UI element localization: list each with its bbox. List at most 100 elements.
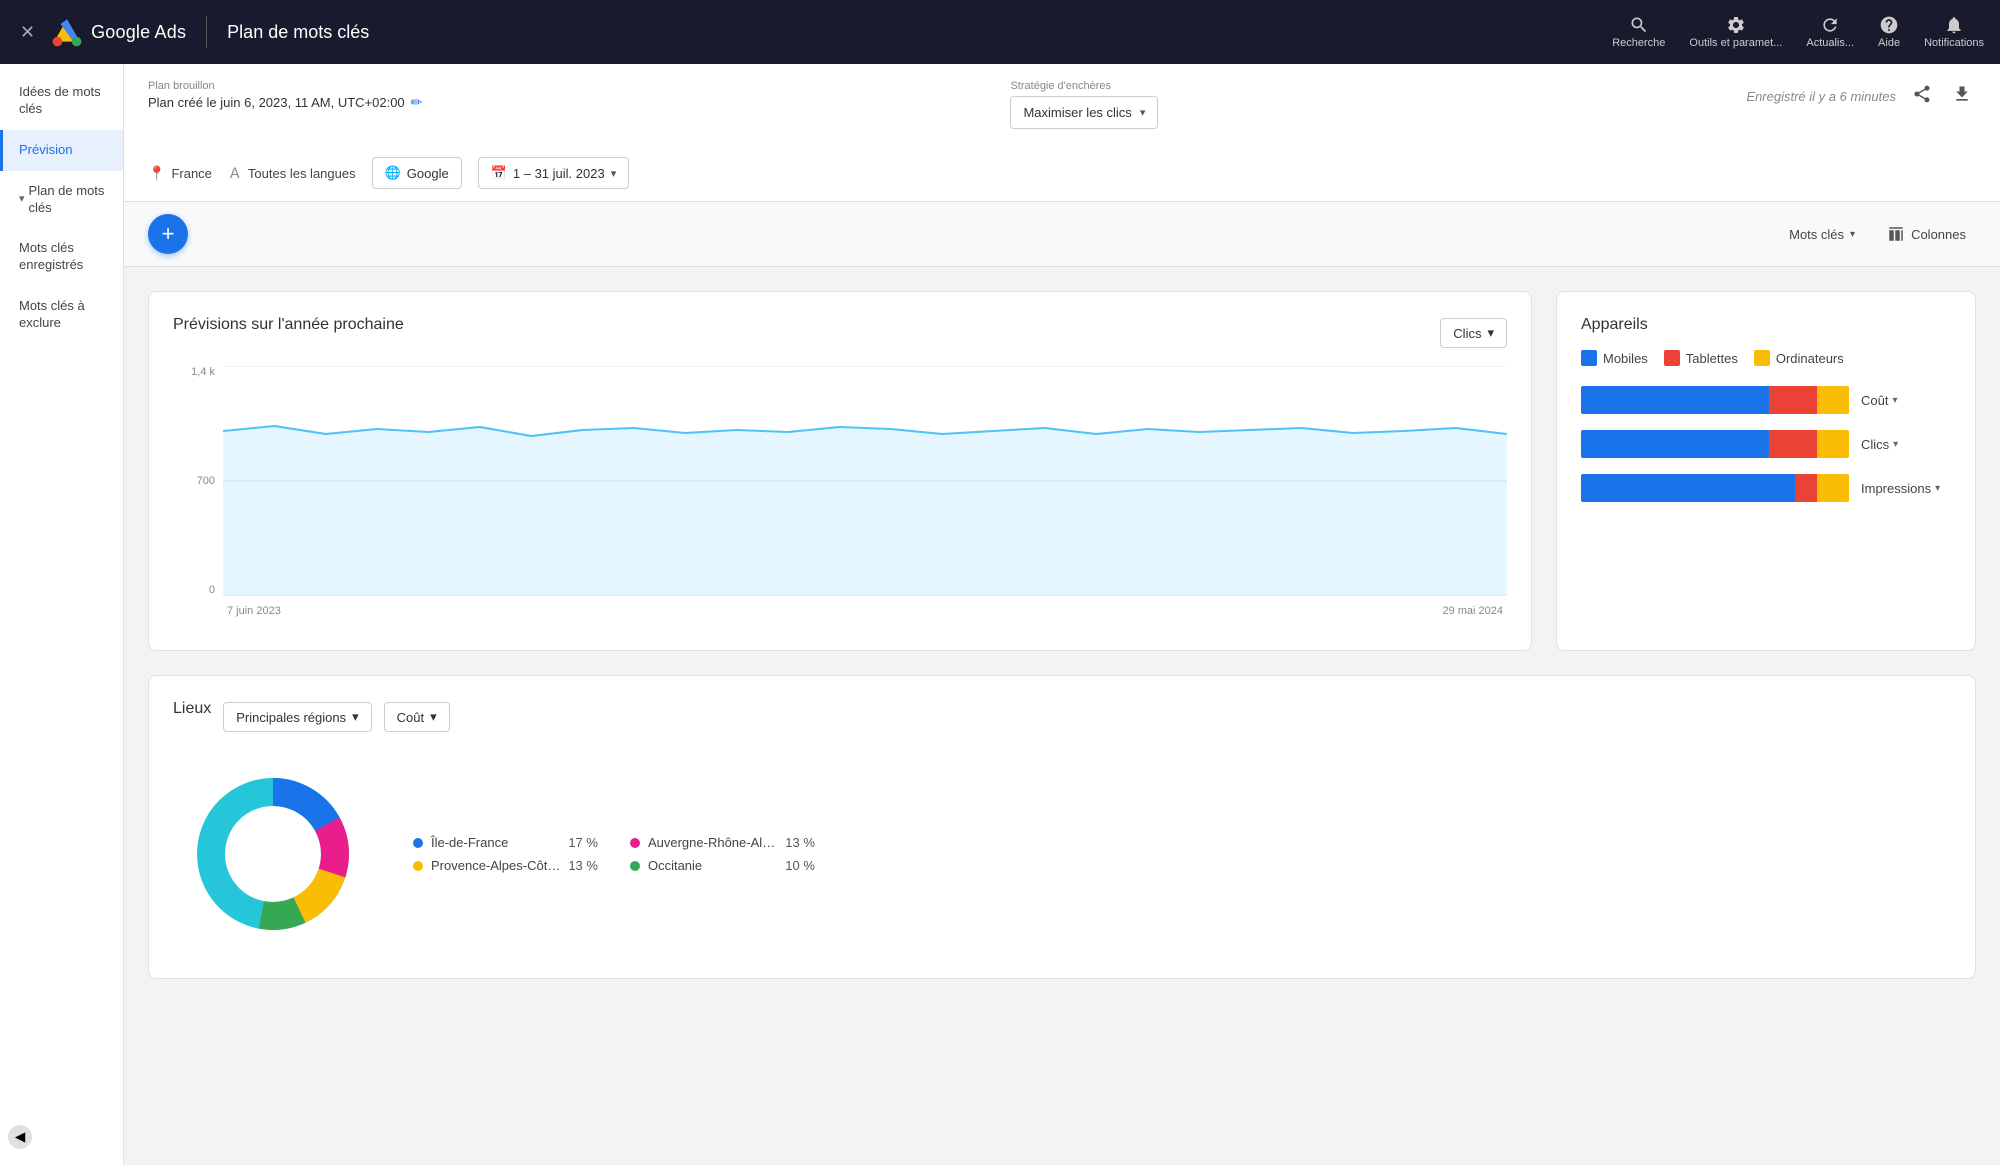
help-action-label: Aide	[1878, 37, 1900, 49]
tablettes-label: Tablettes	[1686, 351, 1738, 366]
mots-cles-label: Mots clés	[1789, 227, 1844, 242]
notifications-icon	[1944, 15, 1964, 35]
ordinateurs-color	[1754, 350, 1770, 366]
x-label-start: 7 juin 2023	[227, 605, 281, 617]
legend-tablettes: Tablettes	[1664, 350, 1738, 366]
cout-lieux-label: Coût	[397, 710, 424, 725]
clics-arrow: ▾	[1893, 439, 1898, 450]
cout-lieux-dropdown[interactable]: Coût ▾	[384, 702, 450, 732]
previsions-card: Prévisions sur l'année prochaine Clics ▾…	[148, 291, 1532, 651]
language-label: Toutes les langues	[248, 166, 356, 181]
clics-tablette-segment	[1769, 430, 1817, 458]
occitanie-label: Occitanie	[648, 858, 702, 873]
notifications-action[interactable]: Notifications	[1924, 15, 1984, 49]
clics-ordinateur-segment	[1817, 430, 1849, 458]
clics-label: Clics	[1453, 326, 1481, 341]
legend-ordinateurs: Ordinateurs	[1754, 350, 1844, 366]
provence-dot	[413, 861, 423, 871]
close-button[interactable]: ✕	[16, 18, 39, 47]
sidebar-item-mots-cles-enregistres[interactable]: Mots clés enregistrés	[0, 228, 123, 286]
chart-area	[223, 366, 1507, 596]
tools-action[interactable]: Outils et paramet...	[1689, 15, 1782, 49]
provence-pct: 13 %	[568, 858, 598, 873]
occitanie-pct: 10 %	[785, 858, 815, 873]
lieux-item-occitanie: Occitanie 10 %	[630, 858, 815, 873]
network-label: Google	[407, 166, 449, 181]
chevron-down-icon: ▾	[19, 192, 25, 206]
top-nav: ✕ Google Ads Plan de mots clés Recherche…	[0, 0, 2000, 64]
location-icon: 📍	[148, 165, 165, 182]
impressions-arrow: ▾	[1935, 483, 1940, 494]
sidebar-item-plan[interactable]: ▾ Plan de mots clés	[0, 171, 123, 229]
impressions-tablette-segment	[1795, 474, 1816, 502]
language-icon: Ａ	[228, 163, 242, 183]
strategie-value: Maximiser les clics	[1023, 105, 1131, 120]
mots-cles-dropdown[interactable]: Mots clés ▾	[1779, 221, 1865, 248]
strategie-label: Stratégie d'enchères	[1010, 80, 1158, 92]
chart-svg	[223, 366, 1507, 596]
search-action[interactable]: Recherche	[1612, 15, 1665, 49]
sidebar-item-mots-cles-exclure[interactable]: Mots clés à exclure	[0, 286, 123, 344]
download-button[interactable]	[1948, 80, 1976, 113]
cout-mobile-segment	[1581, 386, 1769, 414]
principales-regions-dropdown[interactable]: Principales régions ▾	[223, 702, 371, 732]
date-arrow: ▾	[611, 167, 617, 180]
lieux-card: Lieux Principales régions ▾ Coût ▾	[148, 675, 1976, 979]
cout-label[interactable]: Coût ▾	[1861, 393, 1951, 408]
lieux-legend: Île-de-France 17 % Auvergne-Rhône-Al… 13…	[413, 835, 815, 873]
location-filter[interactable]: 📍 France	[148, 165, 212, 182]
network-filter[interactable]: 🌐 Google	[372, 157, 462, 189]
edit-icon[interactable]: ✏	[411, 94, 423, 111]
sidebar-item-idees[interactable]: Idées de mots clés	[0, 72, 123, 130]
colonnes-button[interactable]: Colonnes	[1877, 219, 1976, 249]
date-filter[interactable]: 📅 1 – 31 juil. 2023 ▾	[478, 157, 630, 189]
ile-de-france-label: Île-de-France	[431, 835, 508, 850]
auvergne-pct: 13 %	[785, 835, 815, 850]
principales-regions-arrow: ▾	[352, 709, 359, 725]
language-filter[interactable]: Ａ Toutes les langues	[228, 163, 356, 183]
sidebar: Idées de mots clés Prévision ▾ Plan de m…	[0, 64, 124, 1165]
impressions-bar-row: Impressions ▾	[1581, 474, 1951, 502]
strategie-section: Stratégie d'enchères Maximiser les clics…	[1010, 80, 1158, 129]
location-label: France	[171, 166, 211, 181]
lieux-item-auvergne: Auvergne-Rhône-Al… 13 %	[630, 835, 815, 850]
notifications-action-label: Notifications	[1924, 37, 1984, 49]
nav-actions: Recherche Outils et paramet... Actualis.…	[1612, 15, 1984, 49]
plan-date-row: Plan créé le juin 6, 2023, 11 AM, UTC+02…	[148, 94, 422, 111]
clics-bar	[1581, 430, 1849, 458]
provence-label: Provence-Alpes-Côt…	[431, 858, 560, 873]
impressions-label[interactable]: Impressions ▾	[1861, 481, 1951, 496]
clics-mobile-segment	[1581, 430, 1769, 458]
search-icon	[1629, 15, 1649, 35]
share-icon	[1912, 84, 1932, 104]
plan-meta-right: Enregistré il y a 6 minutes	[1746, 80, 1976, 113]
app-logo: Google Ads	[51, 16, 186, 48]
chart-container: 1,4 k 700 0	[173, 366, 1507, 626]
ile-de-france-dot	[413, 838, 423, 848]
clics-label[interactable]: Clics ▾	[1861, 437, 1951, 452]
strategie-select[interactable]: Maximiser les clics ▾	[1010, 96, 1158, 129]
sidebar-item-prevision[interactable]: Prévision	[0, 130, 123, 171]
plan-date: Plan créé le juin 6, 2023, 11 AM, UTC+02…	[148, 95, 405, 110]
sidebar-collapse-button[interactable]: ◀	[8, 1125, 32, 1149]
download-icon	[1952, 84, 1972, 104]
previsions-header: Prévisions sur l'année prochaine Clics ▾	[173, 316, 1507, 350]
clics-bar-row: Clics ▾	[1581, 430, 1951, 458]
refresh-action[interactable]: Actualis...	[1806, 15, 1854, 49]
clics-dropdown[interactable]: Clics ▾	[1440, 318, 1507, 348]
add-button[interactable]: +	[148, 214, 188, 254]
calendar-icon: 📅	[491, 165, 507, 181]
add-icon: +	[162, 221, 175, 247]
app-name: Google Ads	[91, 22, 186, 43]
help-action[interactable]: Aide	[1878, 15, 1900, 49]
principales-regions-label: Principales régions	[236, 710, 346, 725]
share-button[interactable]	[1908, 80, 1936, 113]
plan-info: Plan brouillon Plan créé le juin 6, 2023…	[148, 80, 422, 111]
nav-divider	[206, 16, 207, 48]
mobiles-color	[1581, 350, 1597, 366]
plan-meta: Plan brouillon Plan créé le juin 6, 2023…	[148, 80, 1976, 129]
y-label-mid: 700	[197, 475, 215, 487]
cout-arrow: ▾	[1892, 395, 1897, 406]
help-icon	[1879, 15, 1899, 35]
colonnes-icon	[1887, 225, 1905, 243]
